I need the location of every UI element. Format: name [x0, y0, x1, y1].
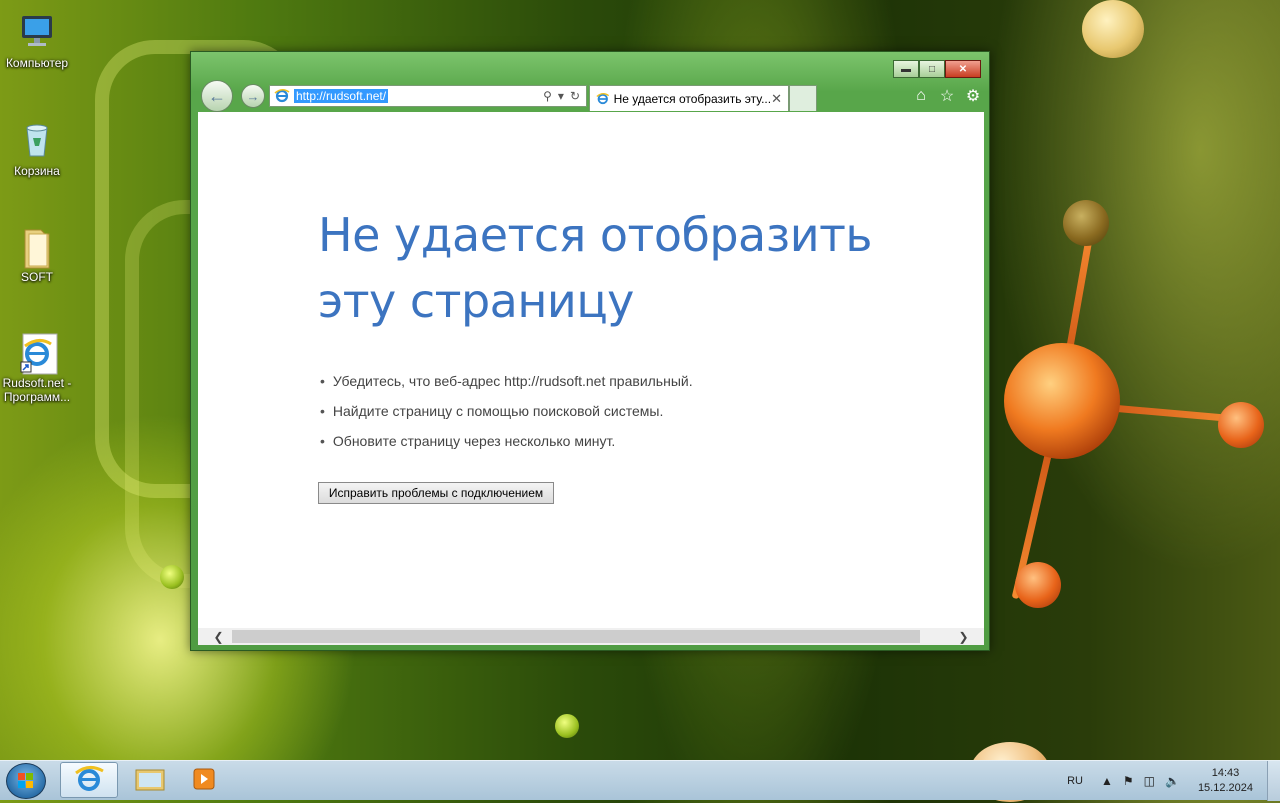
molecule-sphere [1004, 343, 1120, 459]
clock[interactable]: 14:43 15.12.2024 [1198, 766, 1253, 796]
molecule-sphere [1015, 562, 1061, 608]
recycle-bin-icon [17, 120, 57, 160]
molecule-sphere [160, 565, 184, 589]
internet-explorer-icon [75, 766, 104, 791]
suggestion-item: Найдите страницу с помощью поисковой сис… [320, 396, 693, 426]
caption-buttons: ▬ □ ✕ [893, 60, 981, 78]
windows-logo-icon [18, 773, 33, 788]
address-url[interactable]: http://rudsoft.net/ [294, 89, 389, 103]
favorites-star-icon[interactable]: ☆ [937, 86, 957, 106]
desktop-icon-label: Rudsoft.net - Программ... [2, 376, 72, 404]
computer-icon [17, 12, 57, 52]
back-button[interactable]: ← [201, 80, 233, 112]
start-button[interactable] [6, 763, 46, 799]
dropdown-arrow-icon[interactable]: ▾ [558, 89, 564, 103]
page-content: Не удается отобразить эту страницу Убеди… [198, 112, 984, 645]
system-tray: RU ▲ ⚑ ◫ 🔈 14:43 15.12.2024 [1067, 761, 1280, 801]
network-icon[interactable]: ◫ [1144, 774, 1155, 788]
tab-close-icon[interactable]: ✕ [771, 91, 782, 107]
minimize-button[interactable]: ▬ [893, 60, 919, 78]
desktop-icon-label: Компьютер [5, 56, 69, 70]
internet-explorer-icon [17, 332, 58, 375]
address-tools: ⚲ ▾ ↻ [543, 89, 586, 103]
new-tab-button[interactable] [789, 85, 817, 111]
molecule-bond [1011, 402, 1064, 600]
forward-arrow-icon: → [246, 88, 260, 104]
show-hidden-icons-icon[interactable]: ▲ [1101, 774, 1113, 788]
suggestion-item: Убедитесь, что веб-адрес http://rudsoft.… [320, 366, 693, 396]
settings-gear-icon[interactable]: ⚙ [963, 86, 983, 106]
home-icon[interactable]: ⌂ [911, 86, 931, 106]
maximize-button[interactable]: □ [919, 60, 945, 78]
address-bar[interactable]: http://rudsoft.net/ ⚲ ▾ ↻ [269, 85, 587, 107]
refresh-icon[interactable]: ↻ [570, 89, 580, 103]
browser-window: ▬ □ ✕ ← → http://rudsoft.net/ ⚲ ▾ ↻ Не у… [190, 51, 990, 651]
forward-button[interactable]: → [241, 84, 265, 108]
scroll-right-icon[interactable]: ❯ [955, 628, 972, 645]
error-title: Не удается отобразить эту страницу [318, 208, 873, 328]
taskbar-file-explorer[interactable] [122, 762, 180, 798]
error-suggestions: Убедитесь, что веб-адрес http://rudsoft.… [320, 366, 693, 456]
desktop-icon-computer[interactable]: Компьютер [0, 12, 74, 70]
clock-time: 14:43 [1211, 767, 1240, 779]
taskbar-media-player[interactable] [184, 762, 224, 798]
search-icon[interactable]: ⚲ [543, 89, 552, 103]
taskbar: RU ▲ ⚑ ◫ 🔈 14:43 15.12.2024 [0, 760, 1280, 801]
tab-error-page[interactable]: Не удается отобразить эту... ✕ [589, 85, 789, 111]
folder-icon [135, 769, 165, 791]
taskbar-internet-explorer[interactable] [60, 762, 118, 798]
scrollbar-thumb[interactable] [232, 630, 920, 643]
molecule-sphere [1063, 200, 1109, 246]
folder-icon [17, 226, 57, 269]
back-arrow-icon: ← [208, 85, 226, 106]
internet-explorer-icon [274, 89, 290, 103]
volume-muted-icon[interactable]: 🔈 [1165, 774, 1180, 788]
suggestion-item: Обновите страницу через несколько минут. [320, 426, 693, 456]
internet-explorer-icon [596, 92, 610, 104]
molecule-sphere [555, 714, 579, 738]
molecule-sphere [1082, 0, 1144, 58]
close-button[interactable]: ✕ [945, 60, 981, 78]
language-indicator[interactable]: RU [1067, 775, 1083, 787]
media-player-icon [193, 768, 215, 790]
desktop-icon-label: Корзина [14, 164, 60, 178]
tab-title: Не удается отобразить эту... [613, 91, 772, 106]
horizontal-scrollbar[interactable]: ❮ ❯ [198, 628, 984, 645]
molecule-bond [1059, 400, 1240, 423]
molecule-bond [1056, 225, 1095, 405]
browser-toolbar-right: ⌂ ☆ ⚙ [911, 86, 983, 106]
desktop-icon-rudsoft-shortcut[interactable]: Rudsoft.net - Программ... [0, 332, 74, 404]
show-desktop-button[interactable] [1267, 761, 1280, 801]
molecule-sphere [1218, 402, 1264, 448]
desktop-icon-recycle-bin[interactable]: Корзина [0, 120, 74, 178]
desktop-icon-label: SOFT [21, 270, 53, 284]
desktop-icon-soft-folder[interactable]: SOFT [0, 226, 74, 284]
action-center-flag-icon[interactable]: ⚑ [1123, 774, 1134, 788]
clock-date: 15.12.2024 [1197, 782, 1253, 794]
fix-connection-button[interactable]: Исправить проблемы с подключением [318, 482, 554, 504]
scroll-left-icon[interactable]: ❮ [210, 628, 227, 645]
